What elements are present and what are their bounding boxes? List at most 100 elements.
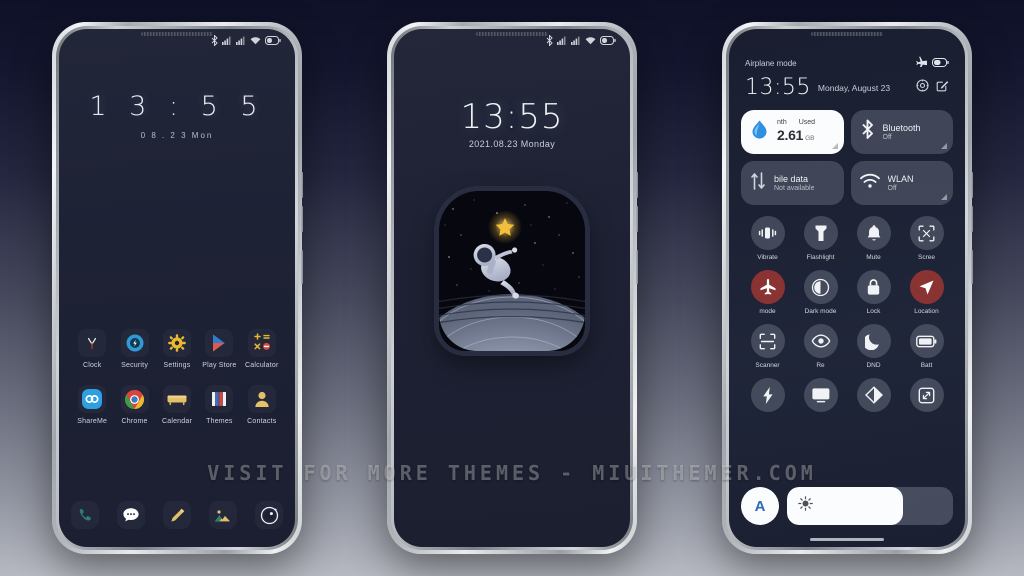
screenshot-icon — [909, 216, 944, 250]
tile-data-amount-row: 2.61 GB — [777, 127, 815, 145]
app-label: Calculator — [245, 362, 279, 369]
app-icon-themes[interactable]: Themes — [198, 385, 240, 425]
app-icon-calendar[interactable]: Calendar — [156, 385, 198, 425]
earpiece-speaker — [476, 32, 548, 36]
control-center-topbar: Airplane mode — [741, 51, 953, 71]
mobile-data-icon — [750, 171, 766, 196]
status-icons-group — [916, 54, 949, 72]
toggle-dark-mode[interactable]: Dark mode — [803, 270, 838, 315]
toggle-location[interactable]: Location — [909, 270, 944, 315]
phone-2-screen: 13:55 2021.08.23 Monday — [394, 29, 630, 547]
toggle-power-boost[interactable] — [750, 378, 785, 416]
data-drop-icon — [750, 119, 769, 145]
chrome-icon — [121, 385, 149, 413]
contrast-icon — [856, 378, 891, 412]
tile-bluetooth-title: Bluetooth — [882, 123, 921, 133]
tile-data-usage-headers: nth Used — [777, 119, 815, 126]
tile-expand-corner[interactable] — [941, 194, 947, 200]
toggle-label: Flashlight — [806, 254, 835, 261]
phone-1-clock: 1 3 : 5 5 — [89, 91, 265, 122]
toggle-flashlight[interactable]: Flashlight — [803, 216, 838, 261]
toggle-dnd[interactable]: DND — [856, 324, 891, 369]
app-icon-shareme[interactable]: ShareMe — [71, 385, 113, 425]
themes-icon — [205, 385, 233, 413]
brightness-row: A — [741, 487, 953, 525]
security-shield-icon — [121, 329, 149, 357]
toggle-label: Vibrate — [757, 254, 778, 261]
app-label: Clock — [82, 362, 102, 369]
resize-icon — [909, 378, 944, 412]
phone-device-1: 1 3 : 5 5 0 8 . 2 3 Mon Clock Security S… — [52, 22, 303, 554]
tile-data-usage[interactable]: nth Used 2.61 GB — [741, 110, 844, 154]
tile-bluetooth[interactable]: Bluetooth Off — [850, 110, 953, 154]
toggle-screenshot[interactable]: Scree — [909, 216, 944, 261]
tile-expand-corner[interactable] — [941, 143, 947, 149]
showcase-stage: 1 3 : 5 5 0 8 . 2 3 Mon Clock Security S… — [0, 0, 1024, 576]
astronaut-reaching-star-artwork — [439, 191, 585, 351]
app-icon-calculator[interactable]: Calculator — [241, 329, 283, 369]
lock-icon — [856, 270, 891, 304]
tile-bluetooth-text: Bluetooth Off — [883, 123, 921, 141]
volume-up-button[interactable] — [971, 172, 973, 198]
lightning-icon — [750, 378, 785, 412]
phone-device-3: Airplane mode 13:55 Monday, August 23 nt… — [722, 22, 973, 554]
power-button[interactable] — [971, 250, 973, 284]
toggle-battery-saver[interactable]: Batt — [909, 324, 944, 369]
app-label: Chrome — [121, 418, 148, 425]
camera-icon[interactable] — [255, 501, 283, 529]
toggle-screen-lock[interactable]: Lock — [856, 270, 891, 315]
earpiece-speaker — [811, 32, 883, 36]
toggle-vibrate[interactable]: Vibrate — [750, 216, 785, 261]
app-icon-play-store[interactable]: Play Store — [198, 329, 240, 369]
volume-up-button[interactable] — [636, 172, 638, 198]
control-center-date: Monday, August 23 — [817, 82, 891, 93]
tile-mobile-data-text: bile data Not available — [774, 174, 814, 192]
volume-down-button[interactable] — [301, 206, 303, 232]
toggle-mute[interactable]: Mute — [856, 216, 891, 261]
power-button[interactable] — [301, 250, 303, 284]
toggle-label: Scanner — [755, 362, 780, 369]
phone-3-screen: Airplane mode 13:55 Monday, August 23 nt… — [729, 29, 965, 547]
app-label: Settings — [163, 362, 191, 369]
play-store-icon — [205, 329, 233, 357]
app-icon-security[interactable]: Security — [113, 329, 155, 369]
wifi-icon — [859, 173, 880, 194]
airplane-icon — [916, 54, 927, 72]
tile-wlan[interactable]: WLAN Off — [850, 161, 953, 205]
app-label: Play Store — [202, 362, 237, 369]
auto-brightness-button[interactable]: A — [741, 487, 779, 525]
toggle-label: Batt — [920, 362, 933, 369]
toggle-cast-screen[interactable] — [803, 378, 838, 416]
app-icon-contacts[interactable]: Contacts — [241, 385, 283, 425]
cast-screen-icon — [803, 378, 838, 412]
phone-icon[interactable] — [71, 501, 99, 529]
tile-mobile-data[interactable]: bile data Not available — [741, 161, 844, 205]
volume-up-button[interactable] — [301, 172, 303, 198]
gear-icon[interactable] — [916, 78, 929, 97]
volume-down-button[interactable] — [971, 206, 973, 232]
toggle-reading-mode[interactable]: Re — [803, 324, 838, 369]
volume-down-button[interactable] — [636, 206, 638, 232]
brightness-sun-icon — [798, 496, 813, 516]
app-icon-chrome[interactable]: Chrome — [113, 385, 155, 425]
pencil-icon[interactable] — [163, 501, 191, 529]
app-icon-settings[interactable]: Settings — [156, 329, 198, 369]
control-center: Airplane mode 13:55 Monday, August 23 nt… — [729, 29, 965, 547]
toggle-resize[interactable] — [909, 378, 944, 416]
toggle-contrast[interactable] — [856, 378, 891, 416]
messages-icon[interactable] — [117, 501, 145, 529]
toggle-airplane-mode[interactable]: mode — [750, 270, 785, 315]
app-icon-clock[interactable]: Clock — [71, 329, 113, 369]
power-button[interactable] — [636, 250, 638, 284]
battery-saver-icon — [909, 324, 944, 358]
tile-data-value: 2.61 — [777, 127, 804, 143]
edit-pencil-square-icon[interactable] — [936, 79, 949, 97]
tile-expand-corner[interactable] — [831, 143, 838, 149]
signal-icon — [236, 36, 246, 45]
brightness-slider[interactable] — [787, 487, 953, 525]
calendar-icon — [163, 385, 191, 413]
scanner-icon — [750, 324, 785, 358]
tile-bluetooth-state: Off — [882, 134, 892, 141]
gallery-icon[interactable] — [209, 501, 237, 529]
toggle-scanner[interactable]: Scanner — [750, 324, 785, 369]
